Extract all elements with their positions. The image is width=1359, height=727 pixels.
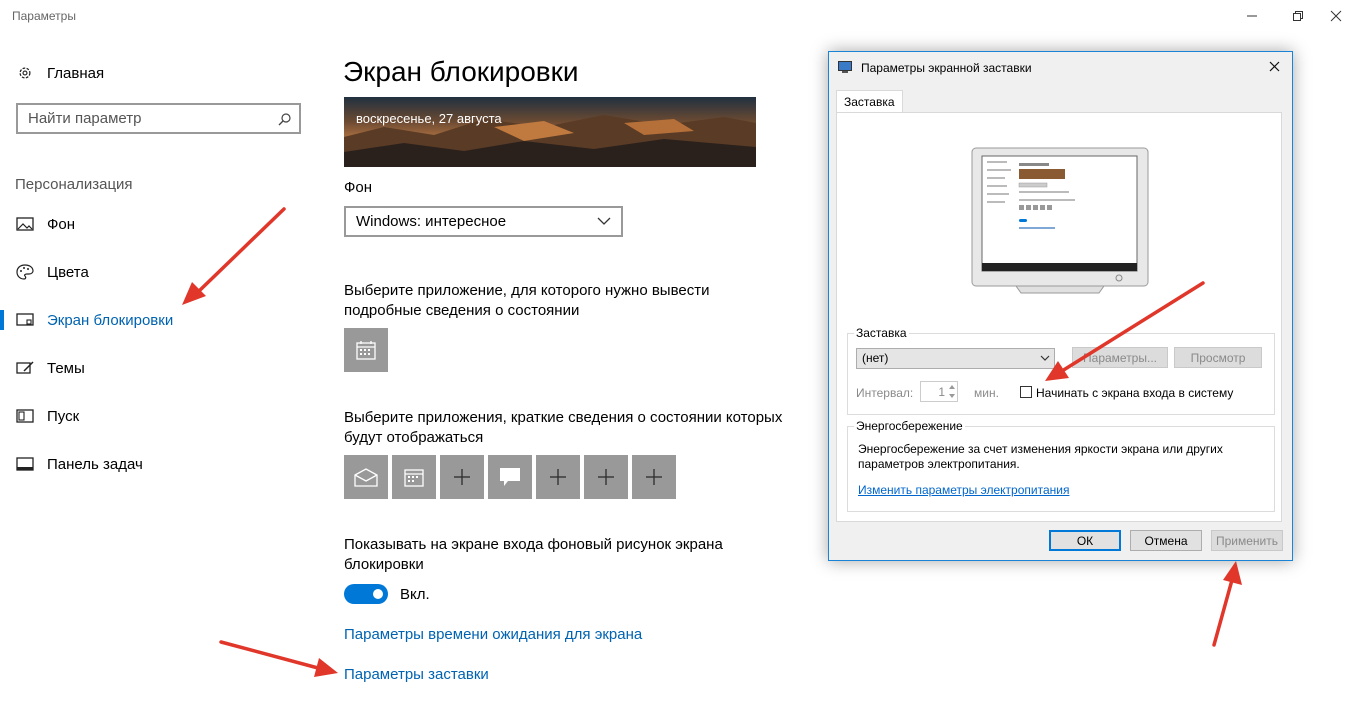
arrow-to-apply-button	[1212, 561, 1242, 647]
arrow-to-screensaver-link	[219, 640, 338, 677]
annotation-arrows	[182, 207, 1242, 677]
arrow-to-lock-screen	[182, 207, 286, 305]
arrow-to-logon-checkbox	[1045, 281, 1205, 381]
